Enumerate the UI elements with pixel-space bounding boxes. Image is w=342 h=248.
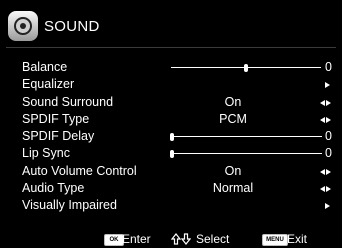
- submenu-arrow-icon: [325, 203, 330, 210]
- spdif-delay-value: 0: [325, 129, 332, 144]
- enter-hint: Enter: [122, 232, 151, 246]
- menu-item-label: Equalizer: [22, 77, 75, 92]
- menu-item-lip-sync[interactable]: Lip Sync 0: [0, 145, 342, 162]
- menu-item-balance[interactable]: Balance 0: [0, 59, 342, 76]
- menu-item-label: Auto Volume Control: [22, 163, 137, 178]
- speaker-icon: [8, 11, 38, 41]
- lip-sync-slider-knob[interactable]: [170, 150, 174, 159]
- exit-hint: Exit: [287, 232, 308, 246]
- balance-slider-knob[interactable]: [244, 64, 248, 72]
- header-divider: [6, 47, 336, 48]
- menu-key-icon: MENU: [262, 234, 288, 246]
- auto-volume-control-value: On: [224, 163, 242, 178]
- sound-menu-list: Balance 0 Equalizer Sound Surround On SP…: [0, 59, 342, 215]
- menu-item-equalizer[interactable]: Equalizer: [0, 76, 342, 93]
- menu-item-auto-volume-control[interactable]: Auto Volume Control On: [0, 163, 342, 180]
- up-down-arrows-icon: [171, 233, 191, 245]
- select-hint: Select: [196, 232, 230, 246]
- lip-sync-slider-track[interactable]: [174, 153, 322, 155]
- menu-item-visually-impaired[interactable]: Visually Impaired: [0, 197, 342, 214]
- spdif-type-value: PCM: [219, 111, 247, 126]
- menu-item-spdif-type[interactable]: SPDIF Type PCM: [0, 111, 342, 128]
- ok-key-icon: OK: [104, 234, 124, 246]
- lip-sync-value: 0: [325, 146, 332, 161]
- left-right-arrows-icon[interactable]: [320, 168, 332, 176]
- menu-item-label: Sound Surround: [22, 94, 114, 109]
- menu-header: SOUND: [8, 6, 100, 46]
- spdif-delay-slider-knob[interactable]: [170, 133, 174, 142]
- menu-item-label: Balance: [22, 60, 68, 74]
- menu-item-spdif-delay[interactable]: SPDIF Delay 0: [0, 128, 342, 145]
- left-right-arrows-icon[interactable]: [320, 186, 332, 193]
- menu-item-label: Audio Type: [22, 181, 85, 196]
- menu-item-label: Lip Sync: [22, 146, 70, 161]
- menu-item-label: SPDIF Delay: [22, 129, 95, 144]
- menu-item-label: Visually Impaired: [22, 198, 117, 213]
- balance-value: 0: [325, 60, 332, 74]
- key-hint-bar: OK Enter Select MENU Exit: [0, 231, 342, 248]
- submenu-arrow-icon: [325, 82, 330, 89]
- page-title: SOUND: [44, 17, 100, 35]
- sound-surround-value: On: [224, 94, 242, 109]
- menu-item-audio-type[interactable]: Audio Type Normal: [0, 180, 342, 197]
- menu-item-label: SPDIF Type: [22, 111, 90, 126]
- left-right-arrows-icon[interactable]: [320, 99, 332, 107]
- audio-type-value: Normal: [212, 181, 254, 196]
- spdif-delay-slider-track[interactable]: [174, 136, 322, 138]
- left-right-arrows-icon[interactable]: [320, 116, 332, 124]
- menu-item-sound-surround[interactable]: Sound Surround On: [0, 94, 342, 111]
